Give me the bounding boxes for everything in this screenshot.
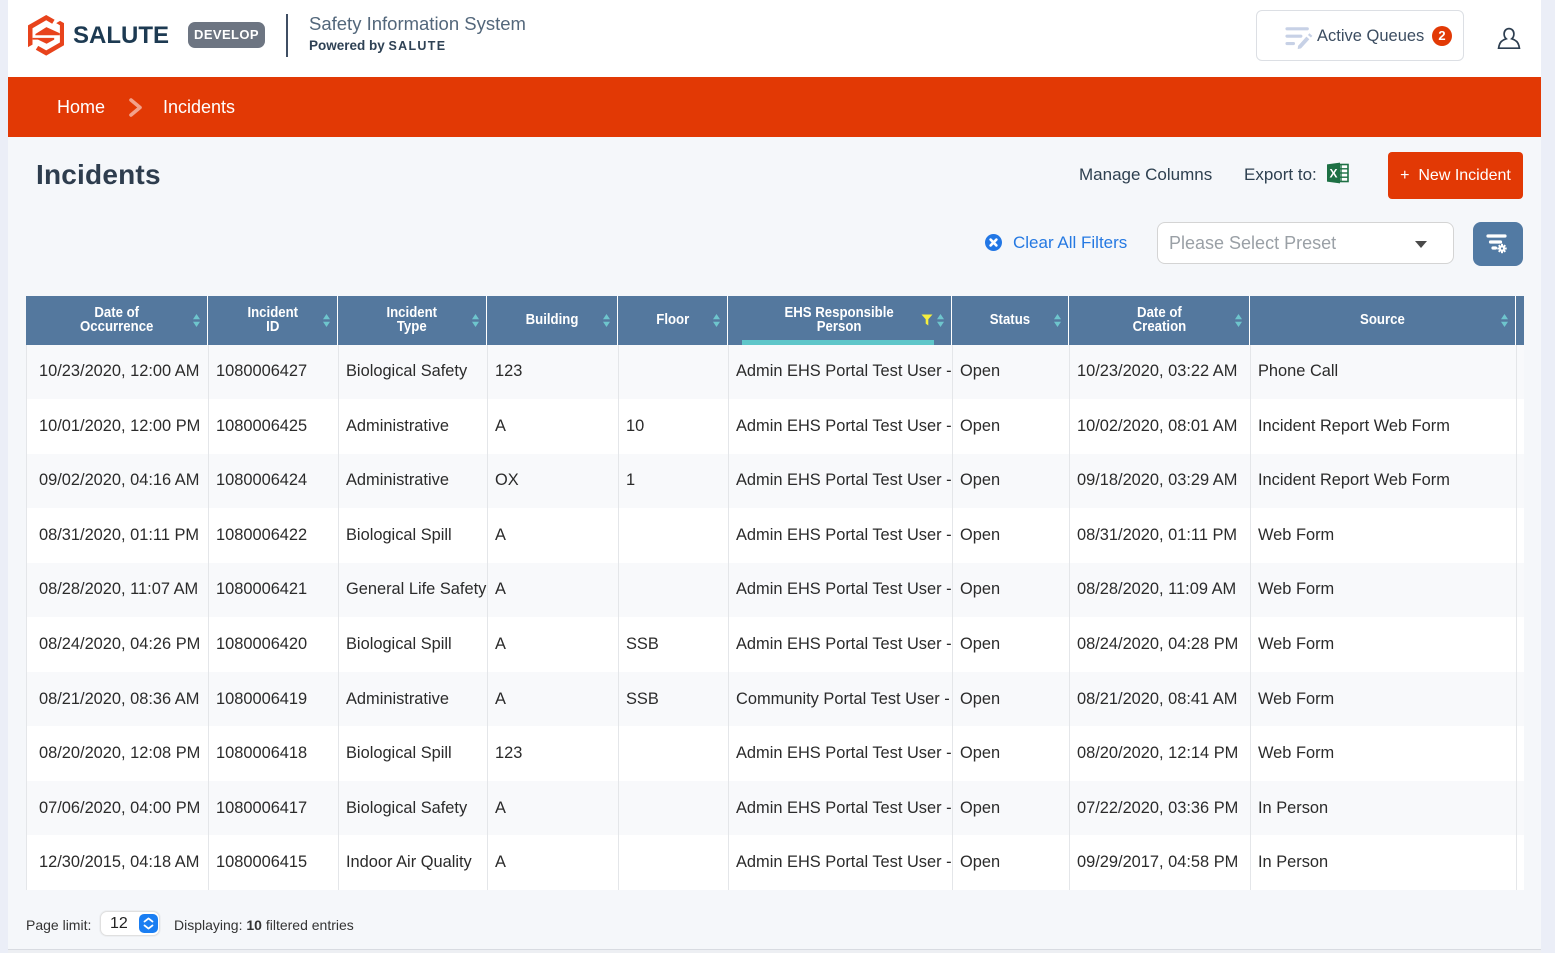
svg-text:X: X bbox=[1329, 167, 1337, 181]
